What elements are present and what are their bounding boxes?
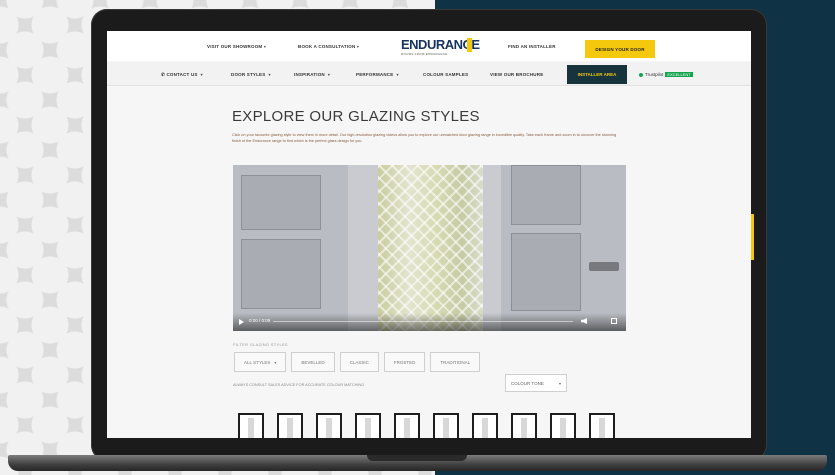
nav-item-performance-label: PERFORMANCE	[356, 72, 394, 77]
chevron-down-icon: ▾	[274, 359, 277, 365]
glazing-thumbnail[interactable]	[550, 413, 576, 438]
volume-icon[interactable]	[581, 318, 587, 324]
glazing-thumbnail[interactable]	[394, 413, 420, 438]
star-icon	[639, 72, 643, 77]
chevron-down-icon: ▾	[268, 72, 271, 77]
nav-item-contact-label: CONTACT US	[166, 72, 198, 77]
colour-tone-value: COLOUR TONE	[511, 380, 544, 386]
glazing-thumbnail[interactable]	[316, 413, 342, 438]
door-panel	[511, 165, 581, 225]
door-handle	[589, 262, 619, 271]
glazing-thumbnail[interactable]	[472, 413, 498, 438]
filter-all-styles[interactable]: ALL STYLES ▾	[234, 352, 287, 372]
trustpilot-label: Trustpilot	[645, 72, 664, 77]
glazing-glass	[378, 165, 483, 331]
glazing-thumbnail[interactable]	[355, 413, 381, 438]
trustpilot-badge[interactable]: Trustpilot EXCELLENT	[639, 72, 693, 77]
filter-all-styles-label: ALL STYLES	[244, 359, 271, 365]
video-progress-bar[interactable]	[273, 321, 573, 322]
endurance-logo[interactable]: ENDURANCE DOORS FROM ENDURANCE	[401, 37, 480, 58]
filter-bevelled[interactable]: BEVELLED	[291, 352, 335, 372]
main-nav: ✆ CONTACT US ▾ DOOR STYLES ▾ INSPIRATION ▾ …	[107, 62, 751, 86]
phone-icon: ✆	[161, 72, 165, 77]
chevron-down-icon: ▾	[356, 44, 360, 49]
nav-item-brochure[interactable]: VIEW OUR BROCHURE	[490, 72, 543, 77]
door-frame	[483, 165, 501, 331]
intro-paragraph: Click on your favourite glazing style to…	[232, 133, 617, 143]
chevron-down-icon: ▾	[558, 380, 561, 386]
door-frame	[348, 165, 378, 331]
page-title: EXPLORE OUR GLAZING STYLES	[232, 108, 480, 125]
laptop-screen: VISIT OUR SHOWROOM ▾ BOOK A CONSULTATION…	[107, 31, 751, 438]
laptop-notch	[367, 455, 467, 461]
logo-wordmark: ENDURANCE	[401, 37, 480, 52]
nav-item-contact[interactable]: ✆ CONTACT US ▾	[161, 72, 203, 78]
chevron-down-icon: ▾	[327, 72, 331, 77]
glazing-thumbnail[interactable]	[277, 413, 303, 438]
glazing-thumbnail[interactable]	[511, 413, 537, 438]
fullscreen-icon[interactable]	[611, 318, 617, 324]
filter-classic[interactable]: CLASSIC	[339, 352, 379, 372]
play-icon[interactable]	[239, 319, 244, 325]
visit-showroom-label: VISIT OUR SHOWROOM	[207, 44, 263, 49]
visit-showroom-link[interactable]: VISIT OUR SHOWROOM ▾	[207, 44, 266, 49]
glazing-thumbnail[interactable]	[238, 413, 264, 438]
find-installer-link[interactable]: FIND AN INSTALLER	[508, 44, 556, 49]
design-your-door-button[interactable]: DESIGN YOUR DOOR	[585, 40, 655, 58]
glazing-video-player[interactable]: 0:00 / 0:09	[233, 165, 626, 331]
nav-item-door-styles[interactable]: DOOR STYLES ▾	[231, 72, 271, 77]
glazing-thumbnail[interactable]	[589, 413, 615, 438]
nav-item-colour-samples[interactable]: COLOUR SAMPLES	[423, 72, 468, 77]
glazing-thumbnails	[238, 413, 615, 438]
glazing-thumbnail[interactable]	[433, 413, 459, 438]
filter-traditional[interactable]: TRADITIONAL	[430, 352, 481, 372]
nav-item-door-styles-label: DOOR STYLES	[231, 72, 266, 77]
book-consultation-link[interactable]: BOOK A CONSULTATION ▾	[298, 44, 359, 49]
book-consultation-label: BOOK A CONSULTATION	[298, 44, 356, 49]
trustpilot-rating: EXCELLENT	[665, 72, 693, 77]
top-bar: VISIT OUR SHOWROOM ▾ BOOK A CONSULTATION…	[107, 31, 751, 61]
chevron-down-icon: ▾	[396, 72, 399, 77]
nav-item-inspiration[interactable]: INSPIRATION ▾	[294, 72, 330, 77]
video-time: 0:00 / 0:09	[249, 318, 271, 323]
colour-notice: ALWAYS CONSULT SALES ADVICE FOR ACCURATE…	[233, 383, 365, 387]
colour-tone-select[interactable]: COLOUR TONE ▾	[505, 374, 567, 392]
chevron-down-icon: ▾	[200, 72, 203, 77]
door-panel	[241, 239, 321, 309]
nav-item-performance[interactable]: PERFORMANCE ▾	[356, 72, 399, 77]
door-panel	[511, 233, 581, 311]
logo-tagline: DOORS FROM ENDURANCE	[401, 52, 448, 56]
door-panel	[241, 175, 321, 230]
video-controls: 0:00 / 0:09	[233, 313, 626, 331]
logo-yellow-bar	[467, 38, 472, 52]
nav-item-inspiration-label: INSPIRATION	[294, 72, 325, 77]
filter-buttons: ALL STYLES ▾ BEVELLED CLASSIC FROSTED TRA…	[234, 352, 481, 372]
filter-label: FILTER GLAZING STYLES	[233, 342, 288, 347]
chevron-down-icon: ▾	[263, 44, 267, 49]
filter-frosted[interactable]: FROSTED	[383, 352, 426, 372]
installer-area-button[interactable]: INSTALLER AREA	[567, 65, 627, 84]
